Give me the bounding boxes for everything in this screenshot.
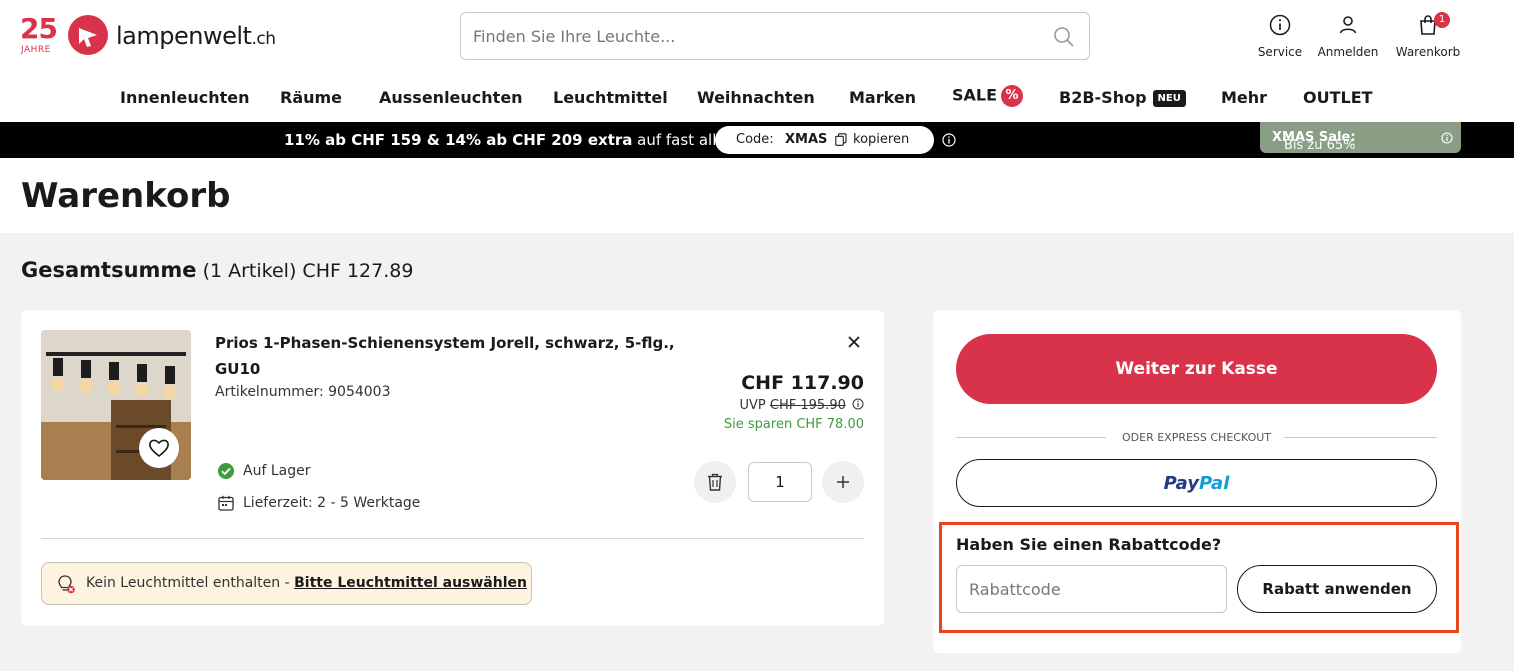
cart-item-card: Prios 1-Phasen-Schienensystem Jorell, sc… [21,310,884,626]
paypal-logo-pal: Pal [1199,472,1230,494]
promo-code-label: Code: [736,132,774,147]
xmas-sale-tag[interactable]: XMAS Sale: Bis zu 65% [1260,122,1461,153]
bulb-notice: Kein Leuchtmittel enthalten - Bitte Leuc… [41,562,532,605]
search-input[interactable] [473,13,1043,59]
site-logo[interactable]: 25 JAHRE lampenwelt.ch [20,14,300,60]
xmas-sale-text: XMAS Sale: Bis zu 65% [1272,130,1356,153]
promo-code-copy-button[interactable]: Code: XMAS kopieren [715,126,934,154]
cart-total-summary: Gesamtsumme (1 Artikel) CHF 127.89 [21,258,413,282]
nav-mehr[interactable]: Mehr [1221,88,1267,107]
logo-anniversary-number: 25 [20,12,58,45]
promo-info-icon[interactable] [942,133,956,147]
item-count: (1 Artikel) [202,260,297,282]
logo-wordmark: lampenwelt.ch [116,22,276,50]
page-title: Warenkorb [21,176,231,216]
uvp-info-icon[interactable] [852,398,864,410]
remove-item-button[interactable] [844,332,864,352]
increase-quantity-button[interactable] [822,461,864,503]
item-uvp: UVP CHF 195.90 [740,398,864,413]
delete-item-button[interactable] [694,461,736,503]
promo-code-value: XMAS [785,132,828,147]
stock-status: Auf Lager [217,462,310,480]
logo-anniversary-label: JAHRE [21,45,51,55]
logo-mark-icon [68,15,108,55]
nav-sale-label: SALE [952,85,998,105]
main-navigation: Innenleuchten Räume Aussenleuchten Leuch… [0,84,1514,114]
nav-marken[interactable]: Marken [849,88,916,107]
uvp-original-price: CHF 195.90 [769,398,846,413]
page-title-band: Warenkorb [0,158,1514,233]
select-bulb-link[interactable]: Bitte Leuchtmittel auswählen [294,575,527,591]
nav-leuchtmittel[interactable]: Leuchtmittel [553,88,668,107]
info-icon [1441,132,1453,144]
coupon-title: Haben Sie einen Rabattcode? [956,535,1222,554]
user-icon [1339,16,1357,34]
trash-icon [708,473,722,491]
new-badge: NEU [1152,90,1186,107]
wishlist-button[interactable] [139,428,179,468]
product-image[interactable] [41,330,191,480]
nav-outlet[interactable]: OUTLET [1303,88,1373,107]
nav-b2b-shop[interactable]: B2B-Shop NEU [1059,88,1186,107]
paypal-button[interactable]: PayPal [956,459,1437,507]
login-label: Anmelden [1317,45,1379,59]
nav-raeume[interactable]: Räume [280,88,342,107]
nav-b2b-label: B2B-Shop [1059,88,1147,107]
cart-count-badge: 1 [1434,12,1450,28]
login-link[interactable]: Anmelden [1308,12,1388,62]
search-icon[interactable] [1053,26,1075,48]
sale-percent-badge: % [1001,85,1024,107]
checkout-button[interactable]: Weiter zur Kasse [956,334,1437,404]
heart-icon [149,439,169,458]
close-icon [848,336,860,348]
check-circle-icon [218,463,234,479]
nav-innenleuchten[interactable]: Innenleuchten [120,88,249,107]
cart-link[interactable]: 1 Warenkorb [1388,12,1468,62]
promo-text: 11% ab CHF 159 & 14% ab CHF 209 extra au… [284,131,734,149]
nav-sale[interactable]: SALE% [952,85,1024,107]
express-checkout-divider: ODER EXPRESS CHECKOUT [956,430,1437,444]
site-header: 25 JAHRE lampenwelt.ch Service [0,0,1514,122]
item-price: CHF 117.90 [741,372,864,394]
savings-amount: Sie sparen CHF 78.00 [723,417,864,432]
calendar-icon [218,495,234,511]
nav-aussenleuchten[interactable]: Aussenleuchten [379,88,523,107]
total-label: Gesamtsumme [21,258,197,282]
info-circle-icon [1269,14,1291,36]
nav-weihnachten[interactable]: Weihnachten [697,88,815,107]
bulb-warning-icon [58,575,75,594]
quantity-input[interactable] [748,462,812,502]
plus-icon [837,476,849,488]
cart-label: Warenkorb [1395,45,1461,59]
divider-line-right [1284,437,1437,438]
bulb-notice-text: Kein Leuchtmittel enthalten - Bitte Leuc… [86,575,527,591]
coupon-section: Haben Sie einen Rabattcode? Rabatt anwen… [939,522,1459,633]
order-summary-card: Weiter zur Kasse ODER EXPRESS CHECKOUT P… [933,310,1461,653]
total-amount: CHF 127.89 [302,260,414,282]
article-number: Artikelnummer: 9054003 [215,384,391,400]
product-name[interactable]: Prios 1-Phasen-Schienensystem Jorell, sc… [215,330,695,382]
search-bar [460,12,1090,60]
promo-banner: 11% ab CHF 159 & 14% ab CHF 209 extra au… [0,122,1514,158]
paypal-logo-pay: Pay [1163,472,1199,494]
item-divider [41,538,864,539]
delivery-time: Lieferzeit: 2 - 5 Werktage [217,494,420,512]
promo-copy-label: kopieren [853,132,910,147]
copy-icon [835,133,847,146]
coupon-code-input[interactable] [956,565,1227,613]
apply-coupon-button[interactable]: Rabatt anwenden [1237,565,1437,613]
